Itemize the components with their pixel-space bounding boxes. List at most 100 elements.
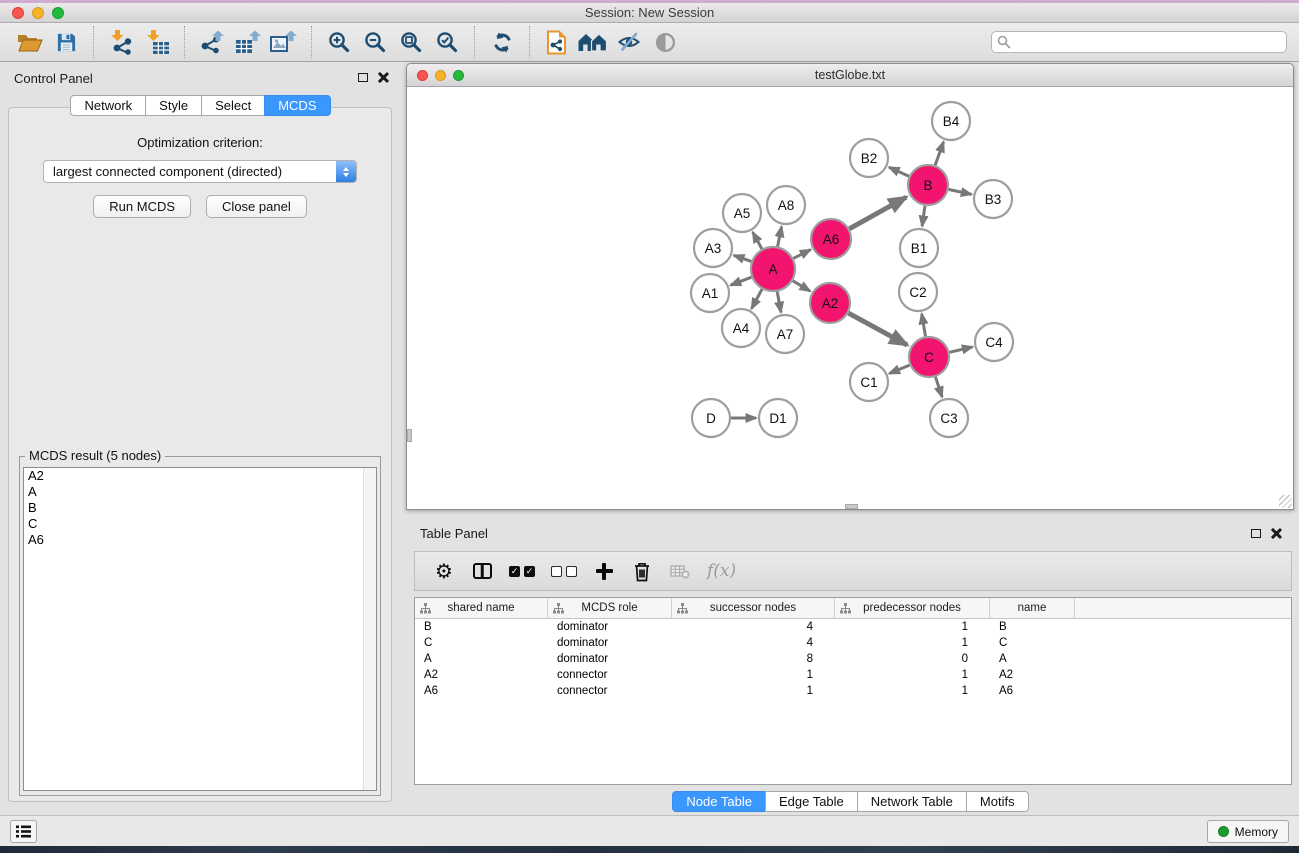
node-label-D1: D1 — [769, 411, 786, 426]
edge-B-B4[interactable] — [935, 142, 944, 166]
column-header-filler — [1075, 598, 1291, 618]
edge-A2-C[interactable] — [848, 313, 907, 345]
tab-motifs[interactable]: Motifs — [966, 791, 1029, 812]
network-window-titlebar[interactable]: testGlobe.txt — [407, 64, 1293, 87]
edge-C-C1[interactable] — [889, 365, 909, 373]
table-panel-title: Table Panel — [420, 526, 488, 541]
network-canvas[interactable]: B4B2BB3A5A8A6A3AB1A1C2A2A4A7C4CC1C3DD1 — [407, 88, 1293, 509]
table-row[interactable]: Cdominator41C — [415, 635, 1291, 651]
edge-A6-B[interactable] — [849, 197, 906, 229]
table-row[interactable]: A6connector11A6 — [415, 683, 1291, 699]
select-all-icon[interactable]: ✓✓ — [509, 558, 535, 584]
column-header-shared-name[interactable]: shared name — [415, 598, 548, 618]
add-column-icon[interactable] — [593, 558, 615, 584]
table-cell: B — [990, 619, 1075, 635]
export-image-icon[interactable] — [266, 25, 302, 59]
clone-network-document-icon[interactable] — [539, 25, 575, 59]
mcds-result-item[interactable]: A — [24, 484, 376, 500]
open-folder-icon[interactable] — [12, 25, 48, 59]
optimization-criterion-select[interactable]: largest connected component (directed) — [43, 160, 357, 183]
zoom-in-icon[interactable] — [321, 25, 357, 59]
close-panel-icon[interactable] — [378, 72, 389, 83]
scrollbar-track[interactable] — [363, 468, 376, 790]
import-table-icon[interactable] — [139, 25, 175, 59]
task-history-button[interactable] — [10, 820, 37, 843]
eye-slash-icon[interactable] — [611, 25, 647, 59]
table-header-row: shared nameMCDS rolesuccessor nodesprede… — [415, 598, 1291, 619]
edge-A-A3[interactable] — [734, 255, 752, 261]
edge-C-C4[interactable] — [950, 347, 973, 352]
table-cell-filler — [1075, 651, 1291, 667]
memory-button[interactable]: Memory — [1207, 820, 1289, 843]
float-panel-icon[interactable] — [1251, 529, 1261, 538]
close-panel-icon[interactable] — [1271, 528, 1282, 539]
application-window: Session: New Session — [0, 0, 1299, 853]
column-selector-icon[interactable] — [471, 558, 493, 584]
zoom-out-icon[interactable] — [357, 25, 393, 59]
edge-A-A8[interactable] — [778, 227, 782, 247]
edge-B-B2[interactable] — [889, 167, 909, 176]
mcds-result-item[interactable]: C — [24, 516, 376, 532]
export-table-icon[interactable] — [230, 25, 266, 59]
tab-node-table[interactable]: Node Table — [672, 791, 766, 812]
eye-icon[interactable] — [647, 25, 683, 59]
search-field-wrap — [991, 31, 1287, 53]
tab-network[interactable]: Network — [70, 95, 146, 116]
delete-column-icon[interactable] — [631, 558, 653, 584]
column-header-predecessor-nodes[interactable]: predecessor nodes — [835, 598, 990, 618]
node-label-B3: B3 — [985, 192, 1002, 207]
column-header-successor-nodes[interactable]: successor nodes — [672, 598, 835, 618]
mcds-result-item[interactable]: B — [24, 500, 376, 516]
table-row[interactable]: A2connector11A2 — [415, 667, 1291, 683]
two-houses-icon[interactable] — [575, 25, 611, 59]
edge-C-C2[interactable] — [922, 314, 926, 337]
refresh-layout-icon[interactable] — [484, 25, 520, 59]
mcds-result-list[interactable]: A2ABCA6 — [23, 467, 377, 791]
edge-B-B3[interactable] — [949, 189, 972, 194]
close-panel-button[interactable]: Close panel — [206, 195, 307, 218]
search-input[interactable] — [991, 31, 1287, 53]
window-titlebar: Session: New Session — [0, 3, 1299, 23]
import-network-icon[interactable] — [103, 25, 139, 59]
mcds-result-item[interactable]: A6 — [24, 532, 376, 548]
edge-B-B1[interactable] — [922, 206, 925, 226]
edge-A-A2[interactable] — [793, 281, 810, 291]
save-icon[interactable] — [48, 25, 84, 59]
tab-select[interactable]: Select — [201, 95, 265, 116]
toolbar-separator — [93, 26, 94, 58]
run-mcds-button[interactable]: Run MCDS — [93, 195, 191, 218]
edge-C-C3[interactable] — [936, 377, 943, 397]
tab-style[interactable]: Style — [145, 95, 202, 116]
toolbar-separator — [529, 26, 530, 58]
network-window-title: testGlobe.txt — [407, 68, 1293, 82]
table-cell: connector — [548, 683, 672, 699]
edge-A-A4[interactable] — [752, 289, 763, 309]
zoom-fit-icon[interactable] — [393, 25, 429, 59]
column-header-MCDS-role[interactable]: MCDS role — [548, 598, 672, 618]
float-panel-icon[interactable] — [358, 73, 368, 82]
horizontal-scroll-nub[interactable] — [845, 504, 858, 509]
resize-grip[interactable] — [1279, 495, 1292, 508]
zoom-selected-icon[interactable] — [429, 25, 465, 59]
table-row[interactable]: Bdominator41B — [415, 619, 1291, 635]
tab-network-table[interactable]: Network Table — [857, 791, 967, 812]
edge-A-A5[interactable] — [753, 232, 762, 249]
export-network-icon[interactable] — [194, 25, 230, 59]
edge-A-A6[interactable] — [793, 250, 810, 259]
delete-table-icon-disabled[interactable] — [669, 558, 691, 584]
gear-icon[interactable]: ⚙ — [433, 558, 455, 584]
edge-A-A7[interactable] — [777, 292, 781, 313]
table-cell-filler — [1075, 619, 1291, 635]
table-cell: 4 — [672, 635, 835, 651]
tab-edge-table[interactable]: Edge Table — [765, 791, 858, 812]
fx-label: f(x) — [707, 561, 736, 581]
node-label-A3: A3 — [705, 241, 722, 256]
table-row[interactable]: Adominator80A — [415, 651, 1291, 667]
column-header-name[interactable]: name — [990, 598, 1075, 618]
vertical-scroll-nub[interactable] — [407, 429, 412, 442]
function-builder-icon-disabled[interactable]: f(x) — [707, 558, 736, 584]
mcds-result-item[interactable]: A2 — [24, 468, 376, 484]
edge-A-A1[interactable] — [731, 277, 752, 285]
deselect-all-icon[interactable] — [551, 558, 577, 584]
tab-mcds[interactable]: MCDS — [264, 95, 330, 116]
